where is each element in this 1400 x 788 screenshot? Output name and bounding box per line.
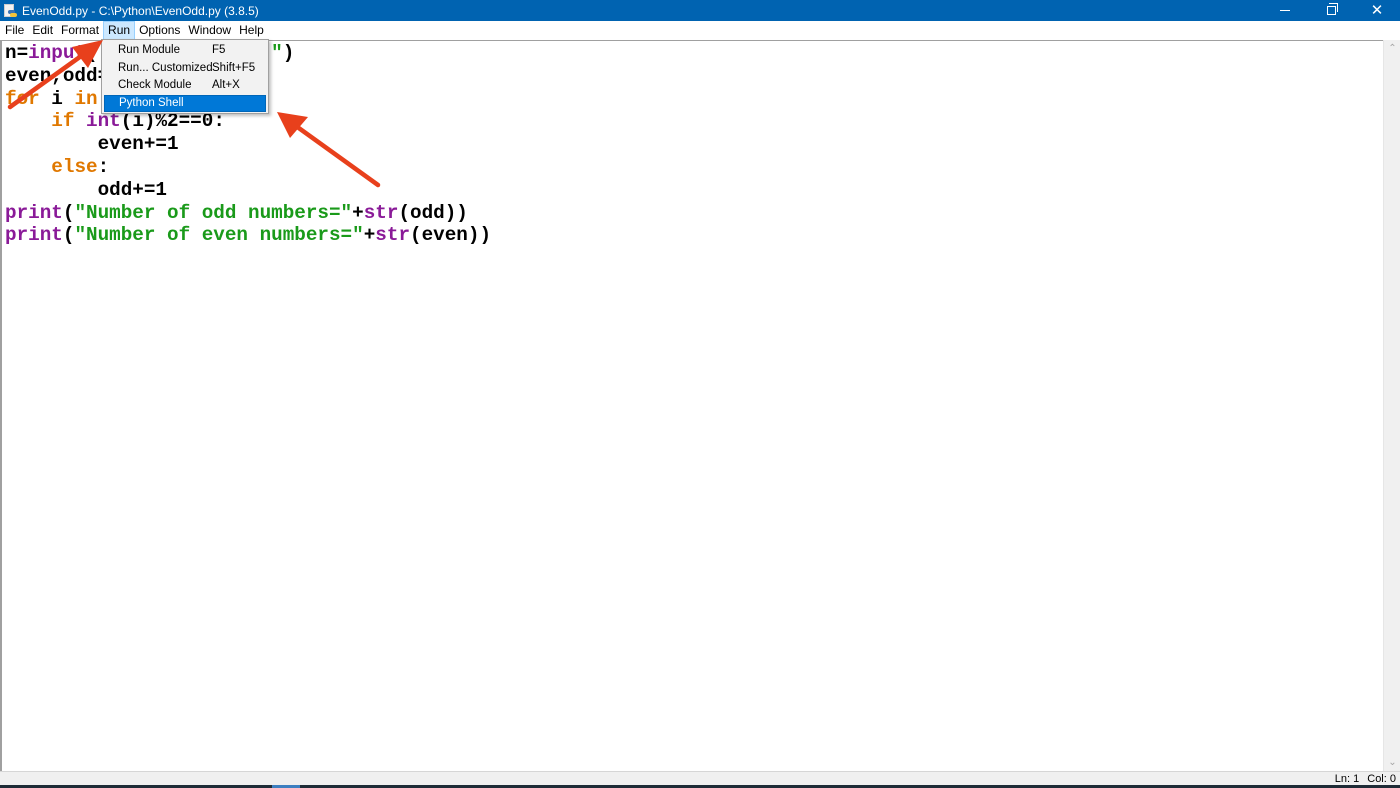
menu-item-label: Run Module	[118, 44, 181, 56]
code-keyword: if	[51, 110, 75, 133]
menu-edit[interactable]: Edit	[28, 21, 57, 40]
code-token: (	[62, 201, 75, 224]
code-builtin: str	[375, 224, 411, 247]
vertical-scrollbar[interactable]: ⌃ ⌄	[1383, 40, 1400, 771]
idle-app-icon	[3, 3, 17, 18]
close-icon: ✕	[1370, 2, 1384, 19]
menu-format[interactable]: Format	[57, 21, 103, 40]
code-token: :	[97, 155, 110, 178]
menu-item-run-module[interactable]: Run Module F5	[104, 42, 266, 60]
code-builtin: print	[5, 224, 63, 247]
menu-item-shortcut: Alt+X	[212, 79, 240, 91]
status-bar: Ln: 1 Col: 0	[0, 771, 1400, 785]
menu-item-label: Check Module	[118, 79, 192, 91]
code-line[interactable]: else:	[5, 156, 491, 179]
code-line[interactable]: print("Number of odd numbers="+str(odd))	[5, 202, 491, 225]
code-keyword: for	[5, 87, 40, 110]
code-editor[interactable]: n=input( ") even,odd= for i in if int(i)%2…	[0, 40, 1384, 771]
window-title: EvenOdd.py - C:\Python\EvenOdd.py (3.8.5…	[22, 3, 259, 18]
code-line[interactable]: print("Number of even numbers="+str(even…	[5, 224, 491, 247]
title-bar: EvenOdd.py - C:\Python\EvenOdd.py (3.8.5…	[0, 0, 1400, 21]
code-string: "Number of even numbers="	[74, 224, 364, 247]
run-menu-dropdown: Run Module F5 Run... Customized Shift+F5…	[101, 39, 269, 114]
code-token: i	[39, 87, 75, 110]
column-number: Col: 0	[1367, 773, 1396, 785]
minimize-button[interactable]	[1262, 0, 1308, 21]
code-token: even+=1	[5, 133, 179, 156]
menu-item-check-module[interactable]: Check Module Alt+X	[104, 77, 266, 95]
code-token: )	[282, 42, 295, 64]
scroll-up-icon[interactable]: ⌃	[1384, 40, 1400, 57]
menu-window[interactable]: Window	[184, 21, 235, 40]
code-token: +	[352, 201, 364, 224]
code-string: "Number of odd numbers="	[74, 201, 353, 224]
code-token: (even))	[410, 224, 492, 247]
window-controls: ✕	[1262, 0, 1400, 21]
menu-file[interactable]: File	[0, 21, 28, 40]
minimize-icon	[1280, 10, 1290, 11]
code-line[interactable]: odd+=1	[5, 179, 491, 202]
code-keyword: in	[74, 87, 98, 110]
code-builtin: print	[5, 201, 63, 224]
code-string: "	[271, 42, 283, 64]
menu-item-shortcut: Shift+F5	[212, 61, 256, 74]
scroll-down-icon[interactable]: ⌄	[1384, 754, 1400, 771]
menu-options[interactable]: Options	[135, 21, 184, 40]
menu-bar: File Edit Format Run Options Window Help	[0, 21, 1400, 40]
menu-help[interactable]: Help	[235, 21, 268, 40]
code-token: odd+=1	[5, 178, 167, 201]
code-token: n=	[5, 42, 29, 64]
menu-run[interactable]: Run	[103, 21, 136, 40]
menu-item-label: Run... Customized	[118, 61, 213, 74]
menu-item-shortcut: F5	[212, 44, 226, 56]
code-builtin: input	[28, 42, 87, 64]
menu-item-label: Python Shell	[119, 96, 184, 109]
code-keyword: else	[51, 155, 98, 178]
restore-button[interactable]	[1308, 0, 1354, 21]
code-token: (odd))	[398, 201, 468, 224]
line-number: Ln: 1	[1334, 773, 1360, 785]
code-token: (	[62, 224, 75, 247]
menu-item-python-shell[interactable]: Python Shell	[104, 94, 266, 112]
code-builtin: str	[363, 201, 399, 224]
code-token: even,odd=	[5, 64, 110, 87]
restore-icon	[1326, 3, 1338, 15]
code-token: +	[363, 224, 376, 247]
menu-item-run-customized[interactable]: Run... Customized Shift+F5	[104, 60, 266, 78]
close-button[interactable]: ✕	[1354, 0, 1400, 21]
code-line[interactable]: even+=1	[5, 133, 491, 156]
